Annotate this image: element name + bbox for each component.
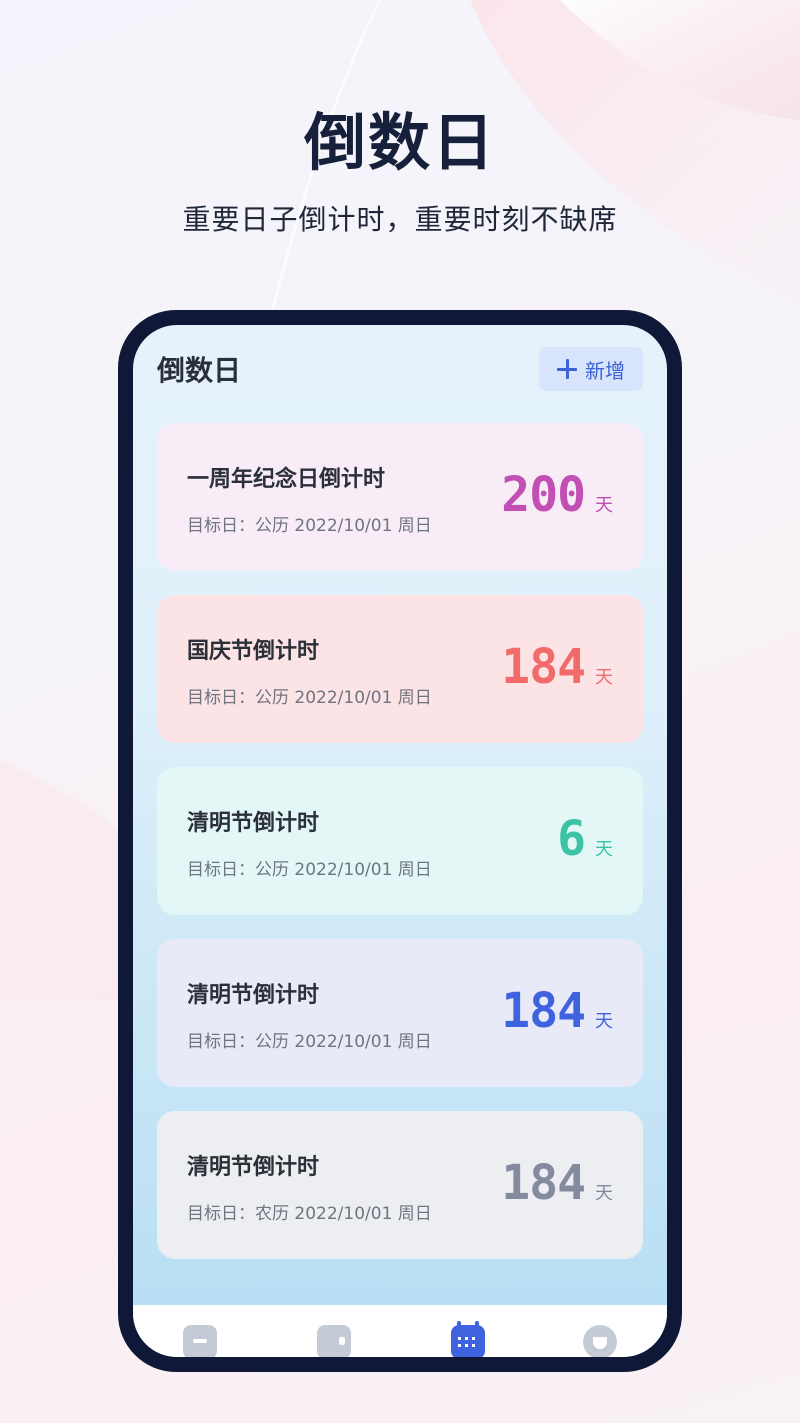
promo-title: 倒数日 [303, 106, 496, 179]
event-card[interactable]: 清明节倒计时 目标日：农历 2022/10/01 周日 184 天 [157, 1111, 643, 1259]
wallet-icon[interactable] [317, 1325, 351, 1357]
event-countdown: 184 天 [501, 1155, 613, 1211]
countdown-number: 6 [557, 811, 586, 867]
event-card[interactable]: 清明节倒计时 目标日：公历 2022/10/01 周日 184 天 [157, 939, 643, 1087]
countdown-unit: 天 [595, 1183, 613, 1204]
screen-title: 倒数日 [157, 354, 242, 387]
countdown-number: 184 [501, 639, 586, 695]
event-countdown: 200 天 [501, 467, 613, 523]
event-title: 清明节倒计时 [187, 983, 320, 1008]
countdown-number: 184 [501, 983, 586, 1039]
event-countdown: 184 天 [501, 639, 613, 695]
phone-screen: 倒数日 新增 一周年纪念日倒计时 目标日：公历 2022/10/01 周日 20… [133, 325, 667, 1357]
countdown-number: 200 [501, 467, 586, 523]
countdown-unit: 天 [595, 495, 613, 516]
event-card[interactable]: 清明节倒计时 目标日：公历 2022/10/01 周日 6 天 [157, 767, 643, 915]
event-card[interactable]: 国庆节倒计时 目标日：公历 2022/10/01 周日 184 天 [157, 595, 643, 743]
phone-frame: 倒数日 新增 一周年纪念日倒计时 目标日：公历 2022/10/01 周日 20… [118, 310, 682, 1372]
plus-icon [557, 359, 577, 379]
event-title: 清明节倒计时 [187, 811, 320, 836]
event-date: 目标日：公历 2022/10/01 周日 [187, 516, 432, 536]
screen-header: 倒数日 新增 [157, 347, 643, 391]
profile-icon[interactable] [583, 1325, 617, 1357]
countdown-unit: 天 [595, 667, 613, 688]
countdown-unit: 天 [595, 1011, 613, 1032]
list-icon[interactable] [183, 1325, 217, 1357]
event-card[interactable]: 一周年纪念日倒计时 目标日：公历 2022/10/01 周日 200 天 [157, 423, 643, 571]
event-countdown: 6 天 [557, 811, 613, 867]
countdown-number: 184 [501, 1155, 586, 1211]
event-date: 目标日：公历 2022/10/01 周日 [187, 688, 432, 708]
promo-subtitle: 重要日子倒计时，重要时刻不缺席 [182, 203, 618, 236]
countdown-unit: 天 [595, 839, 613, 860]
calendar-icon[interactable] [451, 1321, 485, 1357]
add-button[interactable]: 新增 [539, 347, 643, 391]
event-title: 清明节倒计时 [187, 1155, 320, 1180]
event-title: 国庆节倒计时 [187, 639, 320, 664]
event-date: 目标日：公历 2022/10/01 周日 [187, 860, 432, 880]
bottom-tab-bar [133, 1305, 667, 1357]
event-date: 目标日：农历 2022/10/01 周日 [187, 1204, 432, 1224]
event-title: 一周年纪念日倒计时 [187, 467, 386, 492]
event-countdown: 184 天 [501, 983, 613, 1039]
add-button-label: 新增 [585, 358, 625, 383]
event-date: 目标日：公历 2022/10/01 周日 [187, 1032, 432, 1052]
